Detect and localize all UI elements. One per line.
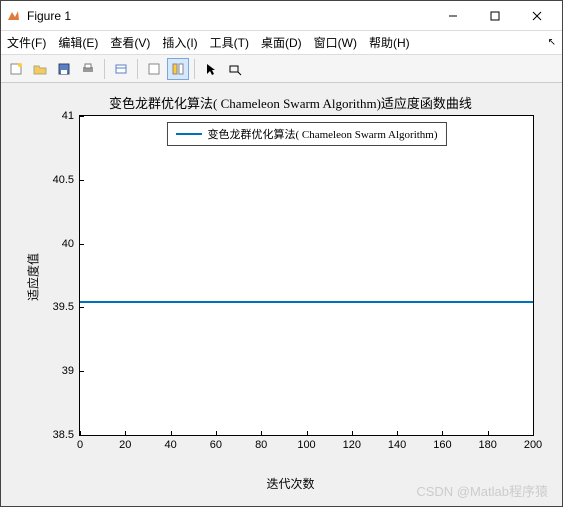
menu-help[interactable]: 帮助(H) — [369, 34, 410, 51]
legend-entry: 变色龙群优化算法( Chameleon Swarm Algorithm) — [207, 126, 437, 142]
series-line — [80, 301, 533, 303]
menu-desktop[interactable]: 桌面(D) — [261, 34, 302, 51]
menu-insert[interactable]: 插入(I) — [162, 34, 197, 51]
print-icon — [81, 62, 95, 76]
x-tick-mark — [442, 431, 443, 435]
save-button[interactable] — [53, 58, 75, 80]
menu-file[interactable]: 文件(F) — [7, 34, 46, 51]
window-title: Figure 1 — [27, 9, 432, 23]
toolbar-separator — [137, 59, 138, 79]
x-tick-mark — [397, 431, 398, 435]
x-tick-label: 180 — [479, 435, 497, 451]
x-tick-label: 140 — [388, 435, 406, 451]
window-controls — [432, 2, 558, 30]
x-tick-mark — [171, 431, 172, 435]
y-tick-mark — [80, 244, 84, 245]
x-tick-mark — [216, 431, 217, 435]
arrow-icon — [204, 62, 218, 76]
open-button[interactable] — [29, 58, 51, 80]
x-tick-mark — [352, 431, 353, 435]
new-figure-button[interactable] — [5, 58, 27, 80]
menu-view[interactable]: 查看(V) — [110, 34, 150, 51]
toolbar-separator — [104, 59, 105, 79]
y-axis-label: 适应度值 — [25, 252, 42, 300]
link-icon — [114, 62, 128, 76]
minimize-button[interactable] — [432, 2, 474, 30]
titlebar: Figure 1 — [1, 1, 562, 31]
x-tick-label: 80 — [255, 435, 267, 451]
figure-window: Figure 1 文件(F) 编辑(E) 查看(V) 插入(I) 工具(T) 桌… — [0, 0, 563, 507]
print-button[interactable] — [77, 58, 99, 80]
x-tick-mark — [488, 431, 489, 435]
x-tick-mark — [261, 431, 262, 435]
toolbar-separator — [194, 59, 195, 79]
x-tick-label: 120 — [343, 435, 361, 451]
y-tick-label: 39.5 — [53, 301, 80, 313]
y-tick-label: 41 — [62, 110, 80, 122]
maximize-icon — [490, 11, 500, 21]
layout-tiled-icon — [171, 62, 185, 76]
x-tick-label: 100 — [297, 435, 315, 451]
save-icon — [57, 62, 71, 76]
x-tick-label: 40 — [164, 435, 176, 451]
layout-single-button[interactable] — [143, 58, 165, 80]
data-cursor-icon — [228, 62, 242, 76]
figure-area: 变色龙群优化算法( Chameleon Swarm Algorithm)适应度函… — [1, 83, 562, 506]
data-cursor-button[interactable] — [224, 58, 246, 80]
x-axis-label: 迭代次数 — [37, 475, 544, 492]
minimize-icon — [448, 11, 458, 21]
y-tick-label: 39 — [62, 365, 80, 377]
plot-box[interactable]: 变色龙群优化算法( Chameleon Swarm Algorithm) 38.… — [79, 115, 534, 436]
close-icon — [532, 11, 542, 21]
layout-tiled-button[interactable] — [167, 58, 189, 80]
y-tick-mark — [80, 116, 84, 117]
menu-overflow-icon[interactable]: ↖ — [548, 37, 556, 48]
x-tick-label: 60 — [210, 435, 222, 451]
x-tick-mark — [307, 431, 308, 435]
maximize-button[interactable] — [474, 2, 516, 30]
toolbar — [1, 55, 562, 83]
menu-edit[interactable]: 编辑(E) — [58, 34, 98, 51]
y-tick-label: 40.5 — [53, 174, 80, 186]
layout-single-icon — [147, 62, 161, 76]
x-tick-mark — [533, 431, 534, 435]
legend-line-icon — [175, 133, 201, 135]
x-tick-label: 160 — [433, 435, 451, 451]
x-tick-mark — [125, 431, 126, 435]
menu-tools[interactable]: 工具(T) — [210, 34, 249, 51]
menu-window[interactable]: 窗口(W) — [314, 34, 357, 51]
x-tick-label: 0 — [77, 435, 83, 451]
y-tick-label: 40 — [62, 238, 80, 250]
y-tick-mark — [80, 371, 84, 372]
close-button[interactable] — [516, 2, 558, 30]
axes[interactable]: 变色龙群优化算法( Chameleon Swarm Algorithm)适应度函… — [37, 97, 544, 456]
menubar: 文件(F) 编辑(E) 查看(V) 插入(I) 工具(T) 桌面(D) 窗口(W… — [1, 31, 562, 55]
open-icon — [33, 62, 47, 76]
edit-plot-button[interactable] — [200, 58, 222, 80]
new-figure-icon — [9, 62, 23, 76]
y-tick-mark — [80, 307, 84, 308]
x-tick-label: 20 — [119, 435, 131, 451]
link-button[interactable] — [110, 58, 132, 80]
x-tick-mark — [80, 431, 81, 435]
y-tick-label: 38.5 — [53, 429, 80, 441]
legend[interactable]: 变色龙群优化算法( Chameleon Swarm Algorithm) — [166, 122, 446, 146]
x-tick-label: 200 — [524, 435, 542, 451]
chart-title: 变色龙群优化算法( Chameleon Swarm Algorithm)适应度函… — [37, 93, 544, 112]
y-tick-mark — [80, 180, 84, 181]
matlab-logo-icon — [5, 8, 21, 24]
